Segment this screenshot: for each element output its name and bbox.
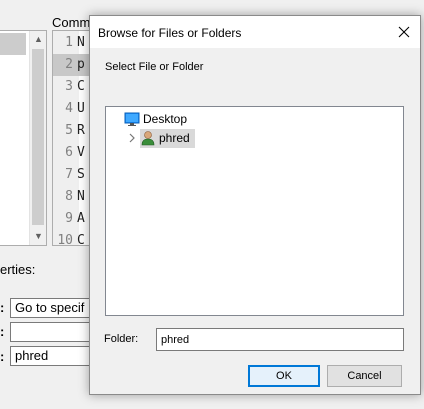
expand-toggle[interactable] [124,130,140,146]
empty-field[interactable] [10,322,100,342]
tree-item-desktop[interactable]: Desktop [108,109,190,129]
tree-item-phred[interactable]: phred [124,128,195,148]
background-list-scrollbar[interactable]: ▲ ▼ [29,31,46,245]
cancel-button[interactable]: Cancel [327,365,402,387]
scroll-down-icon[interactable]: ▼ [30,228,47,245]
action-field[interactable]: Go to specif [10,298,100,318]
chevron-right-icon [129,133,135,143]
field-label: : [0,349,5,364]
scrollbar-thumb[interactable] [32,49,44,225]
tree-item-label: phred [159,131,190,145]
background-list[interactable]: ▲ ▼ [0,30,47,246]
dialog-title: Browse for Files or Folders [98,26,242,40]
commands-label: Comm [52,15,91,30]
ok-button[interactable]: OK [248,365,320,387]
properties-label: erties: [0,262,36,277]
user-folder-icon [141,131,155,146]
field-label: : [0,300,5,315]
folder-input[interactable] [156,328,404,351]
close-icon [398,26,410,38]
path-field[interactable]: phred [10,346,100,366]
background-list-selection [0,33,26,55]
desktop-icon [124,112,140,126]
browse-dialog: Browse for Files or Folders Select File … [89,15,421,395]
scroll-up-icon[interactable]: ▲ [30,31,47,48]
close-button[interactable] [388,16,420,48]
folder-label: Folder: [104,333,139,345]
field-label: : [0,324,5,339]
folder-tree[interactable]: Desktop phred [105,106,404,316]
dialog-titlebar[interactable]: Browse for Files or Folders [90,16,420,48]
dialog-prompt: Select File or Folder [105,61,204,73]
tree-item-selection: phred [140,128,195,148]
tree-item-label: Desktop [143,112,188,126]
